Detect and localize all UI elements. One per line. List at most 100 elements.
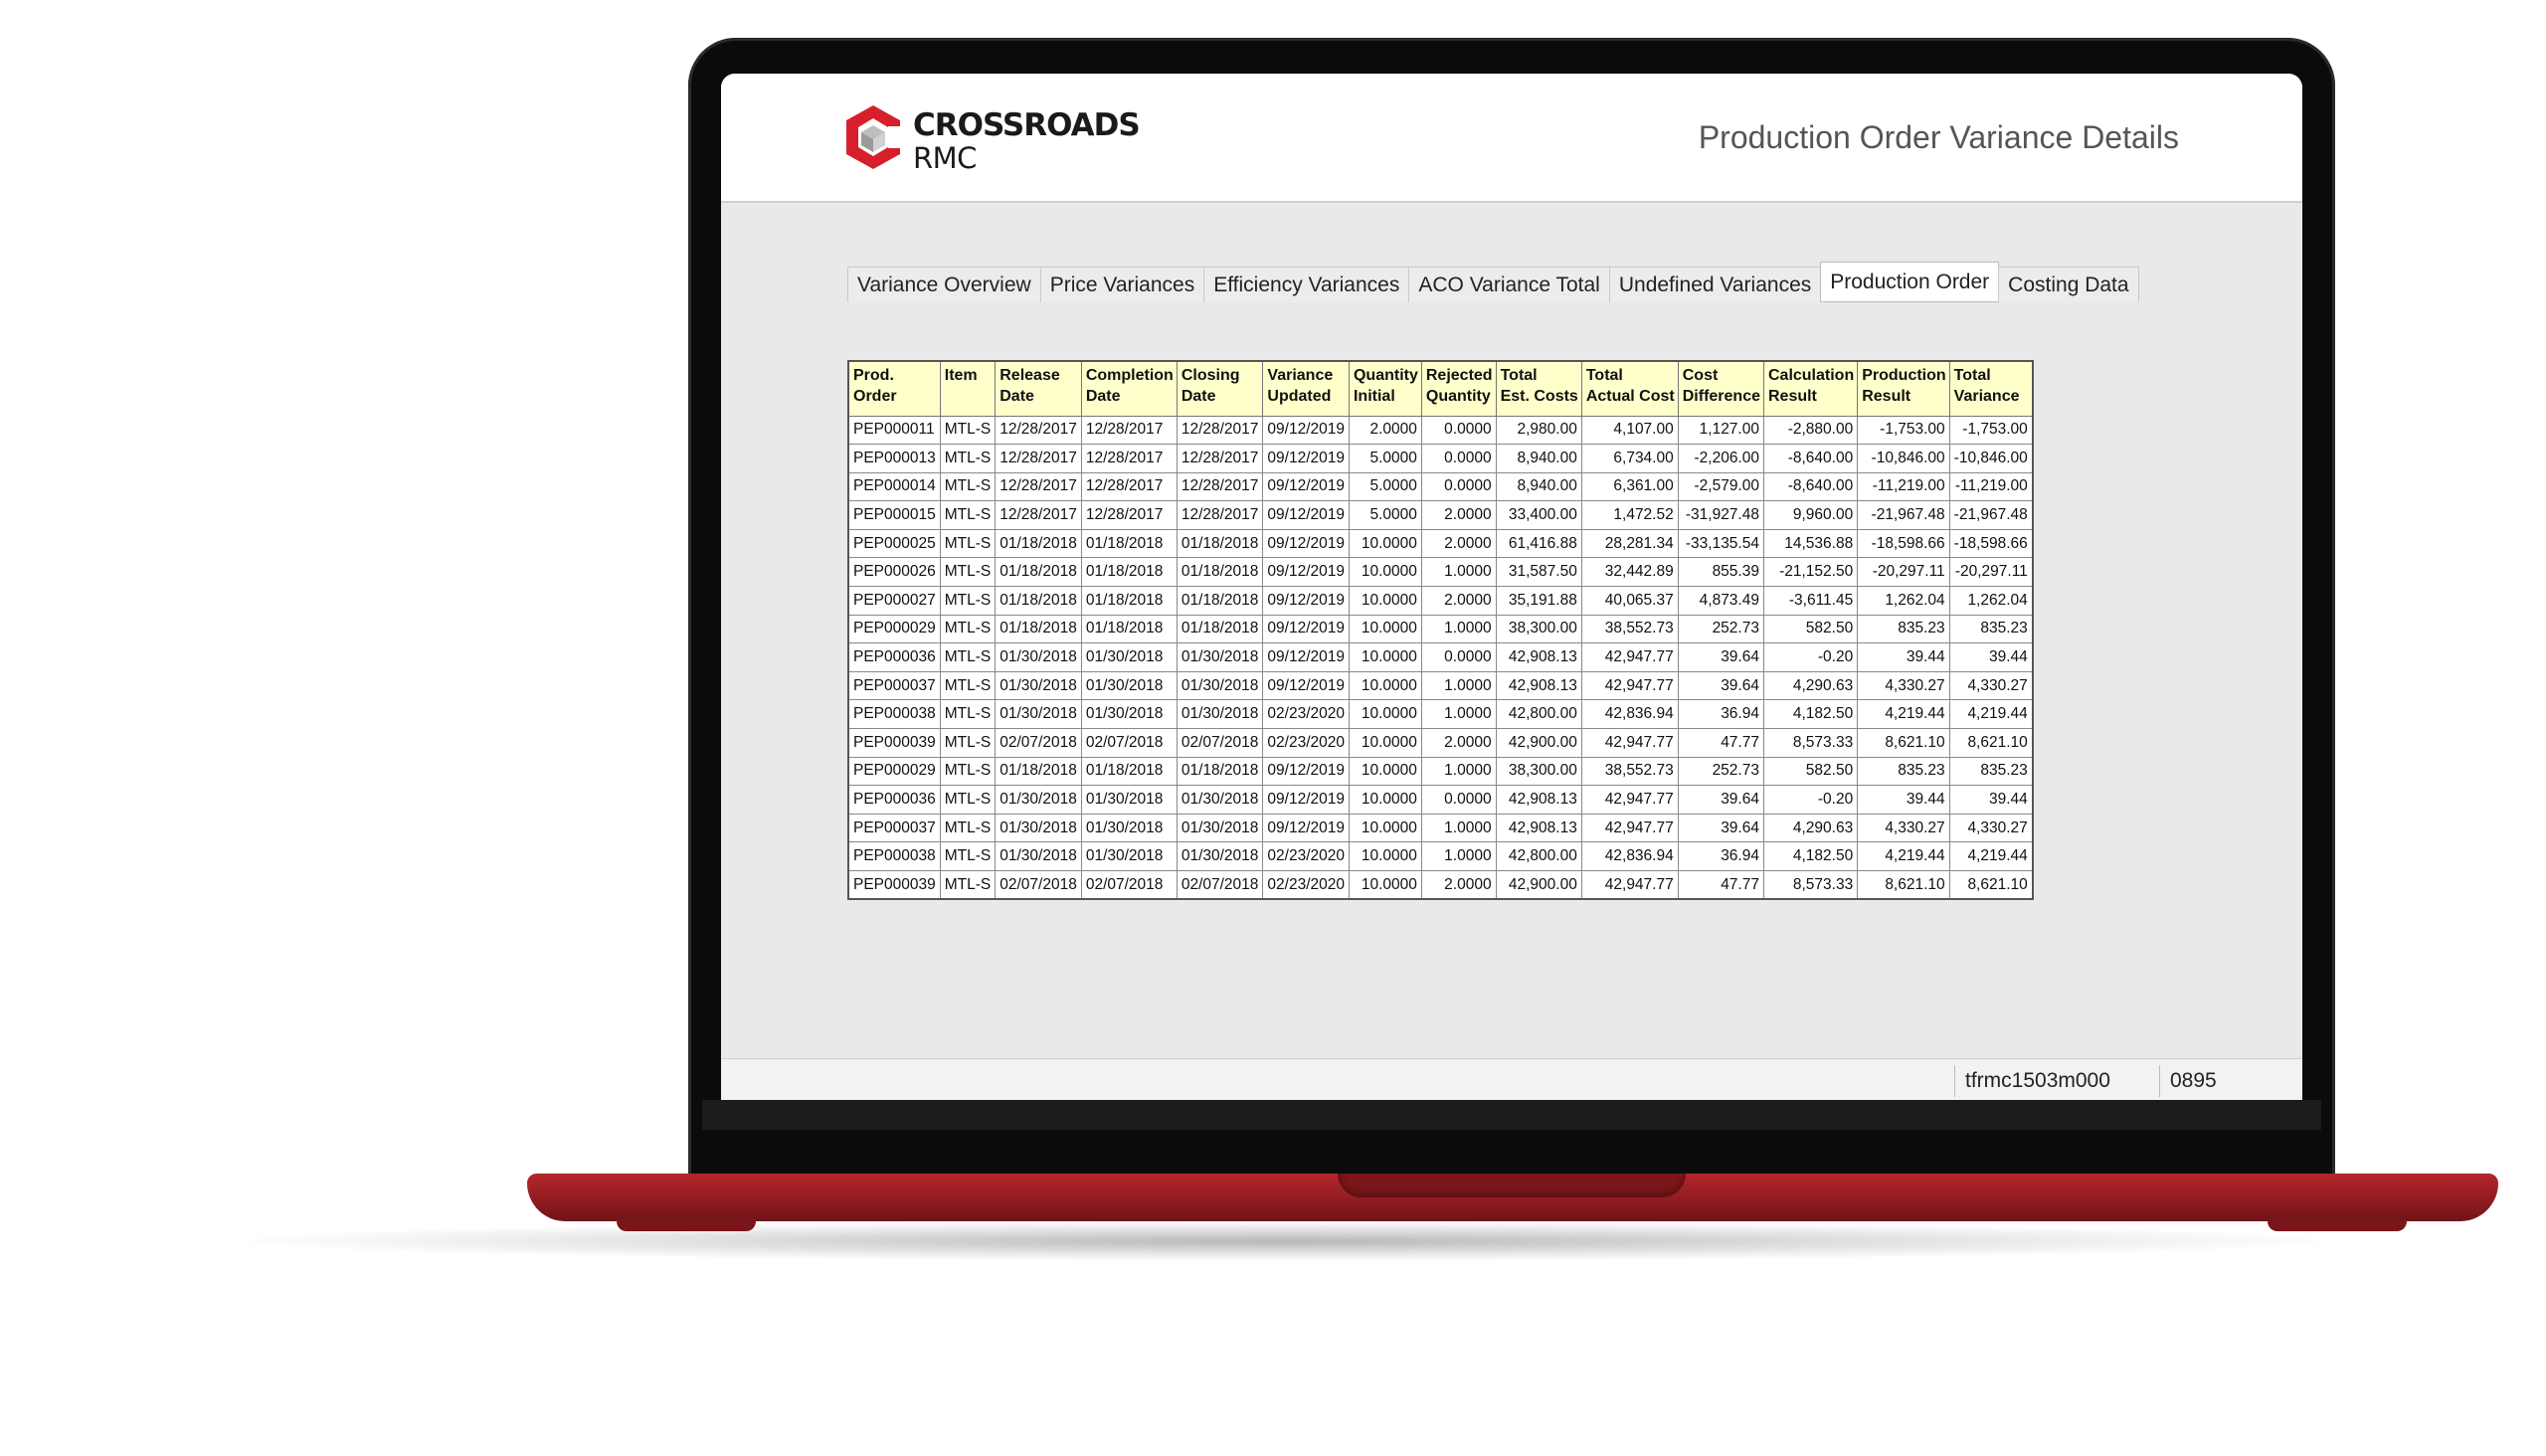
- table-row[interactable]: PEP000037 MTL-S 01/30/2018 01/30/2018 01/30/…: [847, 670, 2034, 701]
- table-cell[interactable]: -11,219.00: [1948, 471, 2034, 502]
- table-cell[interactable]: 01/18/2018: [995, 557, 1082, 588]
- table-cell[interactable]: 01/18/2018: [1176, 614, 1264, 644]
- column-header[interactable]: Completion Date: [1080, 360, 1178, 417]
- table-cell[interactable]: -20,297.11: [1857, 557, 1950, 588]
- table-cell[interactable]: 12/28/2017: [995, 444, 1082, 473]
- table-cell[interactable]: -0.20: [1762, 642, 1859, 672]
- table-cell[interactable]: 01/30/2018: [1080, 670, 1178, 701]
- table-cell[interactable]: MTL-S: [939, 785, 997, 815]
- table-row[interactable]: PEP000014 MTL-S 12/28/2017 12/28/2017 12/28/…: [847, 471, 2034, 502]
- table-cell[interactable]: 10.0000: [1348, 813, 1422, 843]
- table-cell[interactable]: 12/28/2017: [1176, 444, 1264, 473]
- table-cell[interactable]: 4,182.50: [1762, 841, 1859, 871]
- table-cell[interactable]: -3,611.45: [1762, 586, 1859, 616]
- table-cell[interactable]: 0.0000: [1420, 471, 1497, 502]
- table-row[interactable]: PEP000039 MTL-S 02/07/2018 02/07/2018 02/07/…: [847, 728, 2034, 758]
- table-cell[interactable]: 36.94: [1677, 699, 1764, 730]
- table-cell[interactable]: PEP000036: [847, 785, 941, 815]
- column-header[interactable]: Cost Difference: [1677, 360, 1764, 417]
- table-cell[interactable]: MTL-S: [939, 471, 997, 502]
- tab-variance-overview[interactable]: Variance Overview: [847, 267, 1041, 302]
- table-cell[interactable]: 10.0000: [1348, 614, 1422, 644]
- table-row[interactable]: PEP000038 MTL-S 01/30/2018 01/30/2018 01/30/…: [847, 699, 2034, 730]
- table-cell[interactable]: 8,940.00: [1495, 471, 1582, 502]
- table-cell[interactable]: PEP000037: [847, 813, 941, 843]
- table-cell[interactable]: 8,621.10: [1948, 728, 2034, 758]
- table-cell[interactable]: 42,836.94: [1580, 841, 1679, 871]
- table-cell[interactable]: MTL-S: [939, 841, 997, 871]
- table-cell[interactable]: 01/30/2018: [1176, 841, 1264, 871]
- table-cell[interactable]: -10,846.00: [1857, 444, 1950, 473]
- table-cell[interactable]: 36.94: [1677, 841, 1764, 871]
- table-row[interactable]: PEP000039 MTL-S 02/07/2018 02/07/2018 02/07/…: [847, 870, 2034, 900]
- table-cell[interactable]: 1,262.04: [1948, 586, 2034, 616]
- table-cell[interactable]: 4,290.63: [1762, 813, 1859, 843]
- table-row[interactable]: PEP000038 MTL-S 01/30/2018 01/30/2018 01/30/…: [847, 841, 2034, 871]
- table-cell[interactable]: 01/30/2018: [1080, 785, 1178, 815]
- table-cell[interactable]: 02/07/2018: [1176, 728, 1264, 758]
- table-cell[interactable]: 01/30/2018: [1080, 642, 1178, 672]
- table-cell[interactable]: 01/18/2018: [1080, 614, 1178, 644]
- table-cell[interactable]: PEP000026: [847, 557, 941, 588]
- table-cell[interactable]: 39.44: [1948, 642, 2034, 672]
- tab-production-order[interactable]: Production Order: [1820, 262, 2000, 301]
- tab-costing-data[interactable]: Costing Data: [1998, 267, 2139, 302]
- table-cell[interactable]: PEP000029: [847, 614, 941, 644]
- table-row[interactable]: PEP000036 MTL-S 01/30/2018 01/30/2018 01/30/…: [847, 642, 2034, 672]
- table-cell[interactable]: PEP000039: [847, 728, 941, 758]
- table-cell[interactable]: MTL-S: [939, 699, 997, 730]
- table-cell[interactable]: -8,640.00: [1762, 444, 1859, 473]
- table-cell[interactable]: -31,927.48: [1677, 500, 1764, 530]
- table-cell[interactable]: 582.50: [1762, 614, 1859, 644]
- table-cell[interactable]: 835.23: [1948, 756, 2034, 787]
- table-cell[interactable]: 12/28/2017: [1080, 471, 1178, 502]
- table-cell[interactable]: PEP000036: [847, 642, 941, 672]
- table-cell[interactable]: 39.64: [1677, 670, 1764, 701]
- table-cell[interactable]: 835.23: [1857, 614, 1950, 644]
- table-row[interactable]: PEP000011 MTL-S 12/28/2017 12/28/2017 12/28/…: [847, 415, 2034, 446]
- table-cell[interactable]: 39.64: [1677, 813, 1764, 843]
- table-cell[interactable]: 42,908.13: [1495, 785, 1582, 815]
- table-cell[interactable]: -1,753.00: [1948, 415, 2034, 446]
- table-row[interactable]: PEP000015 MTL-S 12/28/2017 12/28/2017 12/28/…: [847, 500, 2034, 530]
- table-cell[interactable]: PEP000013: [847, 444, 941, 473]
- table-cell[interactable]: 1.0000: [1420, 557, 1497, 588]
- table-cell[interactable]: 09/12/2019: [1262, 670, 1350, 701]
- table-cell[interactable]: 8,940.00: [1495, 444, 1582, 473]
- table-cell[interactable]: 10.0000: [1348, 699, 1422, 730]
- table-cell[interactable]: 4,219.44: [1857, 699, 1950, 730]
- table-cell[interactable]: 01/18/2018: [1176, 557, 1264, 588]
- table-cell[interactable]: MTL-S: [939, 670, 997, 701]
- table-cell[interactable]: 02/23/2020: [1262, 841, 1350, 871]
- table-row[interactable]: PEP000037 MTL-S 01/30/2018 01/30/2018 01/30/…: [847, 813, 2034, 843]
- table-cell[interactable]: MTL-S: [939, 586, 997, 616]
- table-cell[interactable]: 4,330.27: [1948, 670, 2034, 701]
- table-cell[interactable]: 09/12/2019: [1262, 756, 1350, 787]
- table-cell[interactable]: 01/18/2018: [1176, 756, 1264, 787]
- table-cell[interactable]: -20,297.11: [1948, 557, 2034, 588]
- table-cell[interactable]: 252.73: [1677, 614, 1764, 644]
- table-cell[interactable]: 01/30/2018: [1176, 642, 1264, 672]
- table-cell[interactable]: 10.0000: [1348, 870, 1422, 900]
- table-cell[interactable]: 8,621.10: [1948, 870, 2034, 900]
- table-cell[interactable]: 01/18/2018: [1080, 756, 1178, 787]
- column-header[interactable]: Prod. Order: [847, 360, 941, 417]
- table-cell[interactable]: 02/23/2020: [1262, 870, 1350, 900]
- table-cell[interactable]: 42,908.13: [1495, 813, 1582, 843]
- table-cell[interactable]: 1,127.00: [1677, 415, 1764, 446]
- table-cell[interactable]: 01/18/2018: [1080, 586, 1178, 616]
- table-cell[interactable]: MTL-S: [939, 728, 997, 758]
- table-cell[interactable]: PEP000029: [847, 756, 941, 787]
- table-cell[interactable]: 5.0000: [1348, 471, 1422, 502]
- table-cell[interactable]: MTL-S: [939, 614, 997, 644]
- table-cell[interactable]: 42,900.00: [1495, 870, 1582, 900]
- table-cell[interactable]: 0.0000: [1420, 415, 1497, 446]
- table-cell[interactable]: 8,573.33: [1762, 870, 1859, 900]
- table-cell[interactable]: -0.20: [1762, 785, 1859, 815]
- table-cell[interactable]: PEP000014: [847, 471, 941, 502]
- table-cell[interactable]: 5.0000: [1348, 500, 1422, 530]
- table-cell[interactable]: 2.0000: [1420, 870, 1497, 900]
- table-cell[interactable]: 09/12/2019: [1262, 557, 1350, 588]
- table-cell[interactable]: 12/28/2017: [1080, 415, 1178, 446]
- table-cell[interactable]: 01/18/2018: [1176, 528, 1264, 559]
